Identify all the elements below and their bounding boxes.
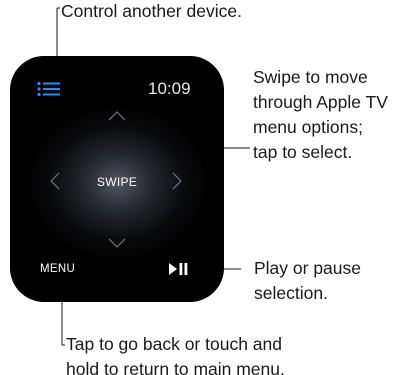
watch-screen: 10:09 SWIPE MENU <box>10 56 224 302</box>
callout-control-device: Control another device. <box>61 1 242 21</box>
clock-time: 10:09 <box>148 79 191 98</box>
chevron-down-icon <box>108 238 126 248</box>
swipe-label: SWIPE <box>96 175 138 189</box>
callout-swipe: Swipe to move through Apple TV menu opti… <box>253 67 388 162</box>
menu-button[interactable]: MENU <box>40 263 75 275</box>
callout-menu: Tap to go back or touch and hold to retu… <box>66 334 285 375</box>
list-icon[interactable] <box>37 81 61 97</box>
diagram: Control another device. Swipe to move th… <box>0 0 410 375</box>
callout-play-pause: Play or pause selection. <box>254 258 362 303</box>
play-pause-icon[interactable] <box>169 263 189 275</box>
chevron-up-icon <box>108 111 126 121</box>
